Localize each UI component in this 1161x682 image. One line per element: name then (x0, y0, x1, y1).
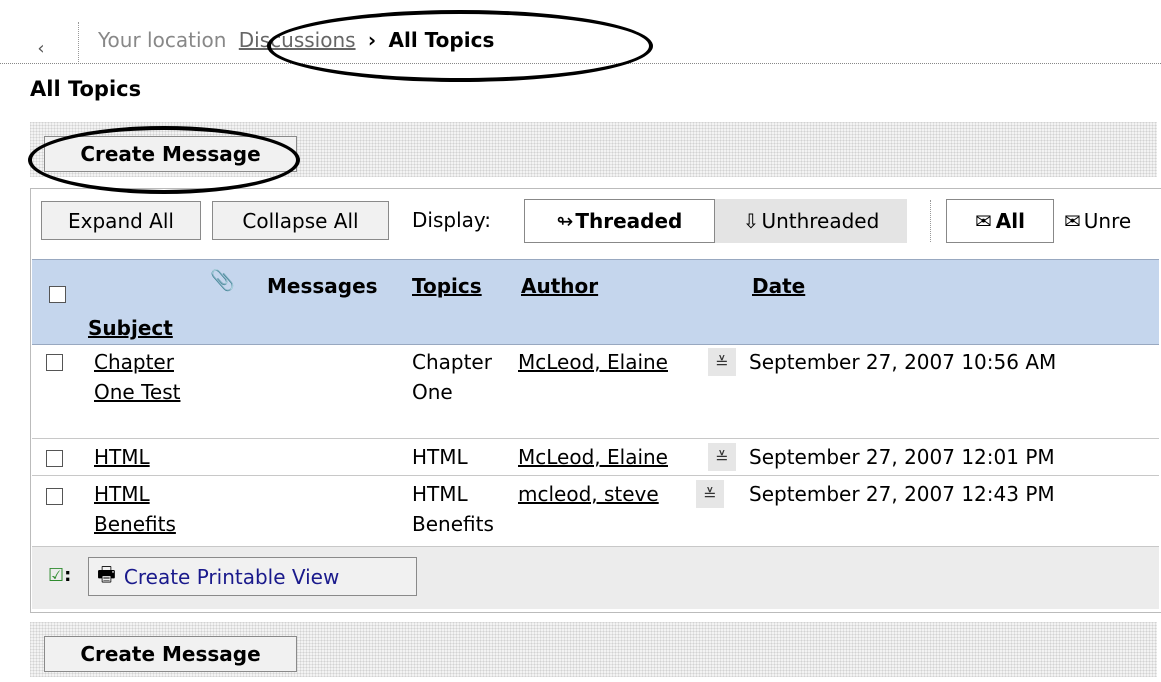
threaded-arrow-icon: ↬ (556, 209, 574, 233)
breadcrumb-divider (0, 63, 1161, 64)
breadcrumb-link-discussions[interactable]: Discussions (239, 28, 356, 52)
column-header-topics[interactable]: Topics (412, 274, 482, 298)
table-header: 📎 Messages Topics Author Date Subject (32, 259, 1159, 345)
column-header-messages: Messages (267, 274, 378, 298)
context-menu-icon[interactable]: ≚ (696, 480, 724, 508)
column-header-subject[interactable]: Subject (88, 316, 173, 340)
filter-all-label: All (995, 209, 1025, 233)
breadcrumb-current: All Topics (388, 28, 495, 52)
create-message-button-bottom[interactable]: Create Message (44, 636, 297, 672)
topic-cell: HTML (412, 445, 468, 469)
row-checkbox[interactable] (46, 354, 63, 371)
filter-unread-toggle[interactable]: ✉ Unre (1060, 199, 1161, 243)
envelopes-icon: ✉ (975, 209, 992, 233)
threaded-label: Threaded (575, 209, 683, 233)
context-menu-icon[interactable]: ≚ (708, 443, 736, 471)
paperclip-icon: 📎 (210, 268, 235, 292)
subject-link[interactable]: HTML Benefits (94, 479, 214, 539)
create-message-button-top[interactable]: Create Message (44, 136, 297, 172)
filter-all-toggle[interactable]: ✉ All (946, 199, 1054, 243)
author-link[interactable]: McLeod, Elaine (518, 347, 668, 377)
context-menu-icon[interactable]: ≚ (708, 348, 736, 376)
unthreaded-toggle[interactable]: ⇩ Unthreaded (715, 199, 907, 243)
create-printable-view-button[interactable]: 🖶 Create Printable View (88, 557, 417, 596)
subject-link[interactable]: Chapter One Test (94, 347, 214, 407)
display-label: Display: (412, 208, 492, 232)
author-link[interactable]: McLeod, Elaine (518, 442, 668, 472)
select-all-checkbox[interactable] (49, 286, 66, 303)
breadcrumb: Your location Discussions › All Topics (98, 28, 494, 52)
envelope-icon: ✉ (1064, 209, 1081, 233)
subject-link[interactable]: HTML (94, 442, 214, 472)
topic-cell: HTML Benefits (412, 482, 494, 536)
chevron-left-icon: ‹ (37, 37, 45, 59)
expand-all-button[interactable]: Expand All (41, 201, 201, 240)
table-row: Chapter One Test Chapter One McLeod, Ela… (32, 344, 1159, 439)
date-cell: September 27, 2007 12:43 PM (749, 482, 1055, 506)
column-header-author[interactable]: Author (521, 274, 598, 298)
date-cell: September 27, 2007 10:56 AM (749, 350, 1057, 374)
create-printable-view-label: Create Printable View (123, 564, 340, 589)
toolbar-separator (930, 200, 931, 242)
breadcrumb-arrow: › (367, 28, 377, 52)
checkbox-checked-icon: ☑ (48, 565, 65, 586)
breadcrumb-label: Your location (98, 28, 227, 52)
threaded-toggle[interactable]: ↬ Threaded (524, 199, 715, 243)
breadcrumb-separator (78, 22, 79, 62)
table-row: HTML Benefits HTML Benefits mcleod, stev… (32, 476, 1159, 547)
select-checked-control[interactable]: ☑: (48, 565, 71, 586)
row-checkbox[interactable] (46, 488, 63, 505)
date-cell: September 27, 2007 12:01 PM (749, 445, 1055, 469)
printer-icon: 🖶 (97, 561, 116, 586)
back-button[interactable]: ‹ (30, 36, 52, 60)
check-label: : (64, 565, 72, 586)
unthreaded-label: Unthreaded (761, 209, 880, 233)
topic-cell: Chapter One (412, 350, 492, 404)
down-arrow-icon: ⇩ (742, 209, 760, 233)
table-row: HTML HTML McLeod, Elaine ≚ September 27,… (32, 439, 1159, 476)
table-footer: ☑: 🖶 Create Printable View (32, 547, 1159, 609)
author-link[interactable]: mcleod, steve (518, 479, 659, 509)
collapse-all-button[interactable]: Collapse All (212, 201, 389, 240)
page-title: All Topics (30, 77, 142, 101)
column-header-date[interactable]: Date (752, 274, 805, 298)
filter-unread-label: Unre (1083, 209, 1132, 233)
row-checkbox[interactable] (46, 450, 63, 467)
